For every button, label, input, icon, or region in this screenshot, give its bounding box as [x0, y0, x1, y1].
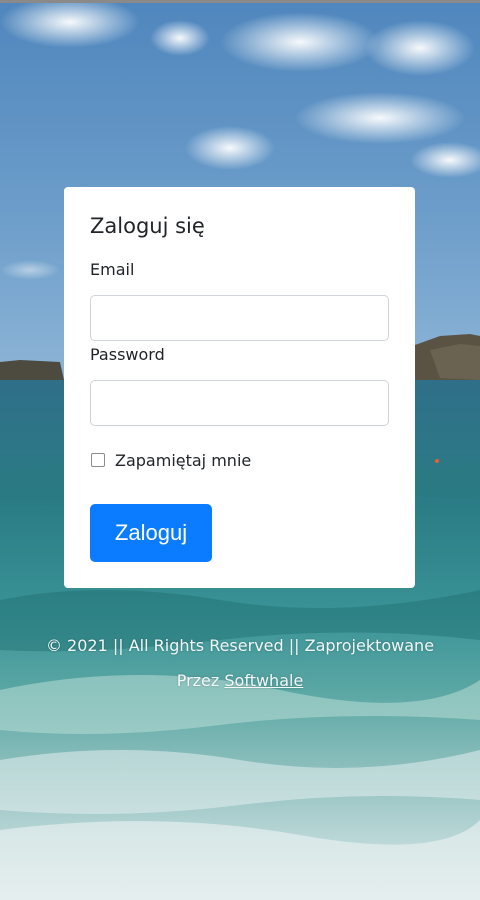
email-label: Email	[90, 260, 135, 279]
remember-me-label[interactable]: Zapamiętaj mnie	[115, 451, 251, 470]
remember-me-checkbox[interactable]	[91, 453, 105, 467]
password-label: Password	[90, 345, 165, 364]
login-form: Zaloguj się Email Password Zapamiętaj mn…	[64, 0, 415, 900]
top-border	[0, 0, 480, 3]
login-title: Zaloguj się	[90, 214, 205, 238]
login-button[interactable]: Zaloguj	[90, 504, 212, 562]
password-field[interactable]	[90, 380, 389, 426]
login-page: Zaloguj się Email Password Zapamiętaj mn…	[0, 0, 480, 900]
email-field[interactable]	[90, 295, 389, 341]
remember-me-row[interactable]: Zapamiętaj mnie	[90, 448, 251, 472]
